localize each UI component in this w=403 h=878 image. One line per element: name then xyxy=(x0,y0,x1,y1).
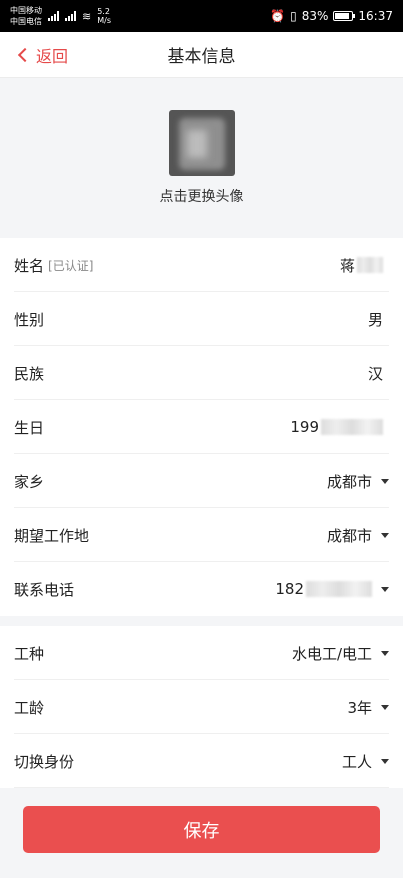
caret-down-icon xyxy=(381,532,389,538)
status-right: ⏰ ▯ 83% 16:37 xyxy=(270,9,393,23)
row-hometown[interactable]: 家乡 成都市 xyxy=(0,454,403,508)
signal-icon-2 xyxy=(65,11,76,21)
row-name[interactable]: 姓名 [已认证] 蒋 xyxy=(0,238,403,292)
redacted-mask xyxy=(357,257,383,273)
redacted-mask xyxy=(321,419,383,435)
workplace-label: 期望工作地 xyxy=(14,526,90,545)
avatar[interactable] xyxy=(168,110,235,176)
trade-select[interactable]: 水电工/电工 xyxy=(292,643,389,664)
page-title: 基本信息 xyxy=(167,47,236,67)
ethnicity-value: 汉 xyxy=(367,364,383,383)
experience-select[interactable]: 3年 xyxy=(347,697,389,718)
carrier-1: 中国移动 xyxy=(10,6,42,15)
identity-label: 切换身份 xyxy=(14,752,75,771)
trade-label: 工种 xyxy=(14,644,45,663)
redacted-mask xyxy=(306,581,372,597)
name-text: 蒋 xyxy=(339,256,355,275)
name-value: 蒋 xyxy=(340,255,383,276)
work-card: 工种 水电工/电工 工龄 3年 切换身份 工人 xyxy=(0,626,403,788)
hometown-select[interactable]: 成都市 xyxy=(327,471,389,492)
clock: 16:37 xyxy=(358,9,393,23)
caret-down-icon xyxy=(381,704,389,710)
verified-tag: [已认证] xyxy=(48,258,94,273)
back-button[interactable]: 返回 xyxy=(14,32,68,78)
workplace-select[interactable]: 成都市 xyxy=(327,525,389,546)
signal-icon xyxy=(48,11,59,21)
phone-value: 182 xyxy=(275,580,304,598)
row-experience[interactable]: 工龄 3年 xyxy=(0,680,403,734)
battery-percent: 83% xyxy=(301,9,329,23)
nav-bar: 返回 基本信息 xyxy=(0,32,403,78)
battery-icon xyxy=(333,11,356,21)
identity-value: 工人 xyxy=(341,752,372,771)
row-ethnicity[interactable]: 民族 汉 xyxy=(0,346,403,400)
net-speed: 5.2 M/s xyxy=(97,7,111,25)
caret-down-icon xyxy=(381,650,389,656)
chevron-left-icon xyxy=(17,47,33,63)
save-button[interactable]: 保存 xyxy=(23,806,380,853)
phone-select[interactable]: 182 xyxy=(275,580,389,598)
gender-label: 性别 xyxy=(14,310,45,329)
carriers: 中国移动 中国电信 xyxy=(10,5,42,27)
status-left: 中国移动 中国电信 ≋ 5.2 M/s xyxy=(10,5,119,27)
back-label: 返回 xyxy=(36,47,69,66)
gender-value: 男 xyxy=(367,310,383,329)
hometown-label: 家乡 xyxy=(14,472,45,491)
experience-value: 3年 xyxy=(347,698,372,717)
caret-down-icon xyxy=(381,758,389,764)
vibrate-icon: ▯ xyxy=(290,9,297,23)
profile-card: 姓名 [已认证] 蒋 性别 男 民族 汉 生日 199 家乡 成都市 期望工作地… xyxy=(0,238,403,616)
row-birthday[interactable]: 生日 199 xyxy=(0,400,403,454)
carrier-2: 中国电信 xyxy=(10,17,42,26)
workplace-value: 成都市 xyxy=(326,526,372,545)
row-switch-identity[interactable]: 切换身份 工人 xyxy=(0,734,403,788)
avatar-section: 点击更换头像 xyxy=(0,78,403,238)
birthday-text: 199 xyxy=(290,418,319,436)
caret-down-icon xyxy=(381,478,389,484)
avatar-blur-inner xyxy=(186,130,207,158)
birthday-value: 199 xyxy=(290,418,383,436)
row-trade[interactable]: 工种 水电工/电工 xyxy=(0,626,403,680)
phone-label: 联系电话 xyxy=(14,580,75,599)
row-gender[interactable]: 性别 男 xyxy=(0,292,403,346)
experience-label: 工龄 xyxy=(14,698,45,717)
hometown-value: 成都市 xyxy=(326,472,372,491)
row-expected-workplace[interactable]: 期望工作地 成都市 xyxy=(0,508,403,562)
ethnicity-label: 民族 xyxy=(14,364,45,383)
wifi-icon: ≋ xyxy=(82,9,92,23)
caret-down-icon xyxy=(381,586,389,592)
name-label: 姓名 xyxy=(14,256,45,275)
row-label: 姓名 [已认证] xyxy=(14,255,93,276)
birthday-label: 生日 xyxy=(14,418,45,437)
row-phone[interactable]: 联系电话 182 xyxy=(0,562,403,616)
status-bar: 中国移动 中国电信 ≋ 5.2 M/s ⏰ ▯ 83% 16:37 xyxy=(0,0,403,32)
alarm-icon: ⏰ xyxy=(270,9,286,23)
footer: 保存 xyxy=(0,792,403,878)
change-avatar-link[interactable]: 点击更换头像 xyxy=(160,186,244,206)
identity-select[interactable]: 工人 xyxy=(342,751,389,772)
trade-value: 水电工/电工 xyxy=(291,644,372,663)
